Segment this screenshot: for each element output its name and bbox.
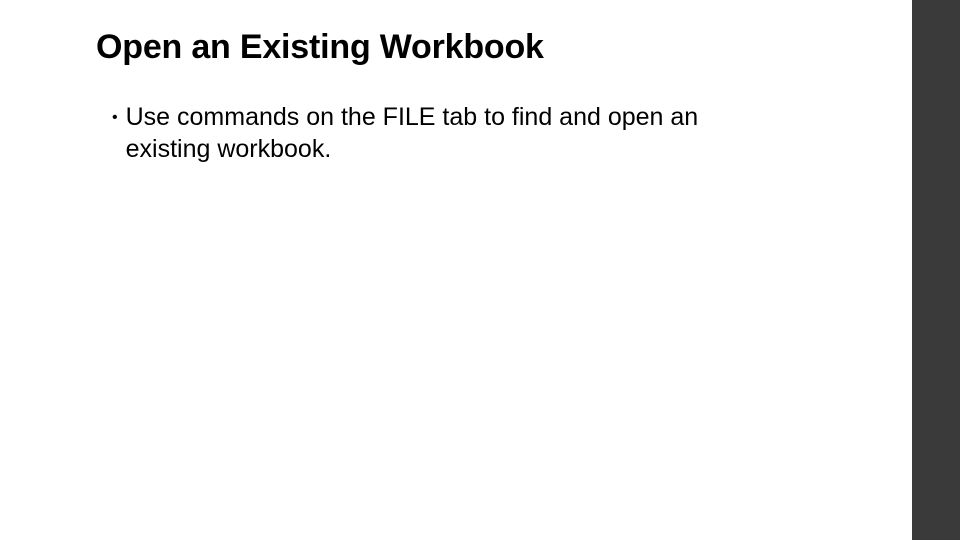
slide-content: Open an Existing Workbook • Use commands… <box>0 0 912 165</box>
bullet-item: • Use commands on the FILE tab to find a… <box>96 101 852 165</box>
slide-title: Open an Existing Workbook <box>96 28 852 67</box>
slide-sidebar-accent <box>912 0 960 540</box>
bullet-marker: • <box>112 103 118 133</box>
bullet-text: Use commands on the FILE tab to find and… <box>126 101 786 165</box>
